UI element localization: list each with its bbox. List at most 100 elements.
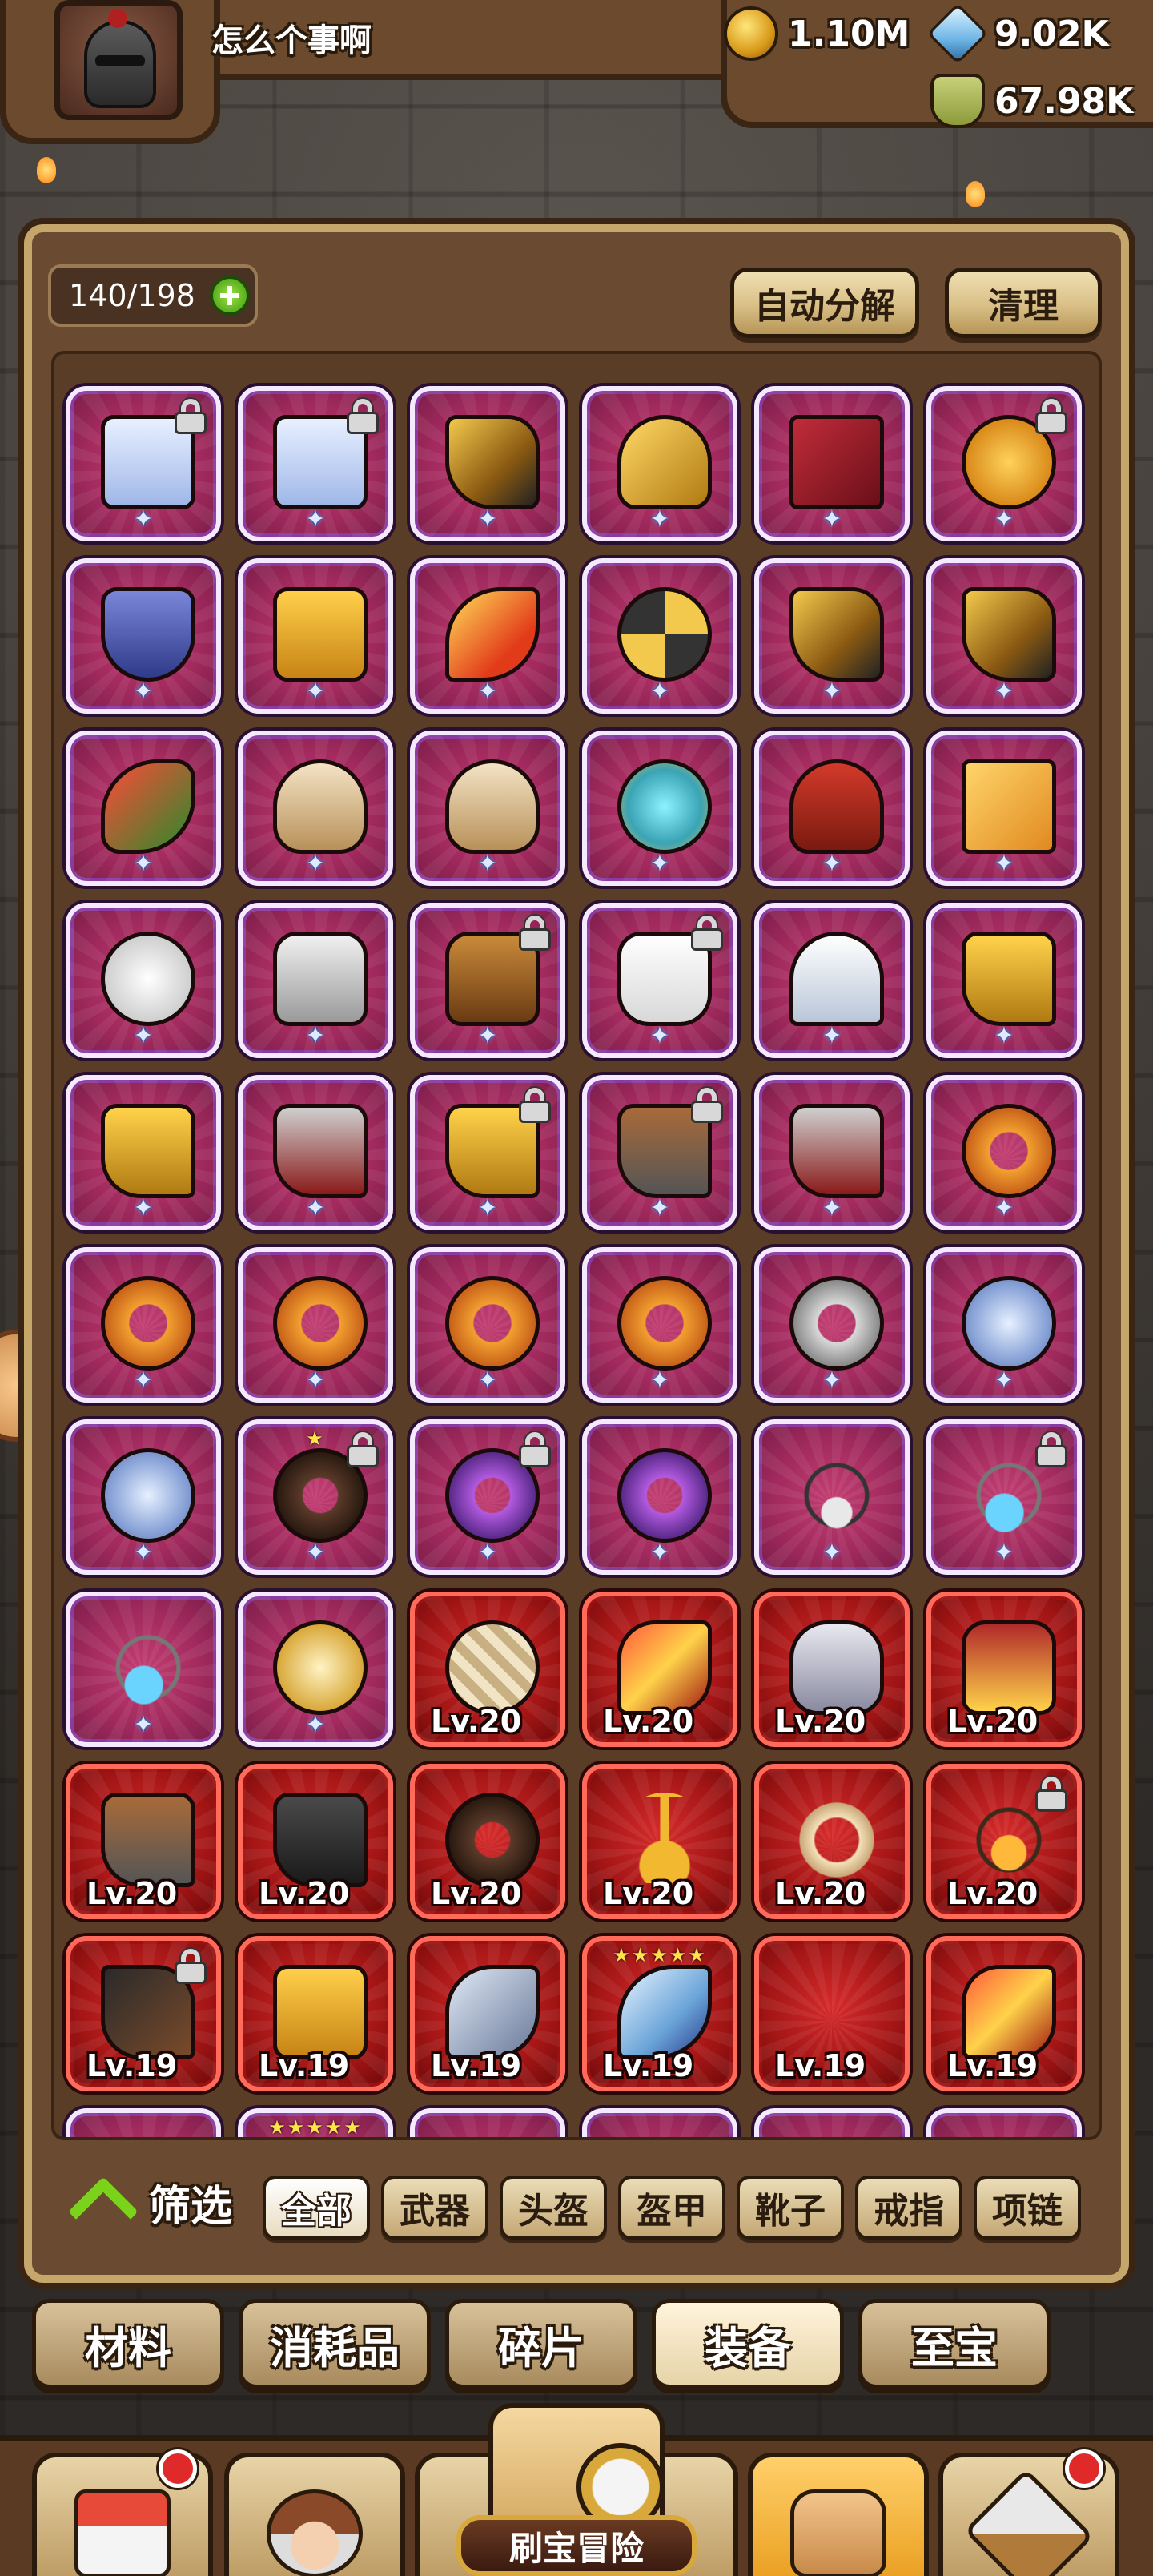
tab-fragments[interactable]: 碎片 — [445, 2299, 637, 2389]
inventory-slot[interactable]: ✦ — [754, 2108, 910, 2137]
inventory-slot[interactable]: ★★★★★✦ — [238, 2108, 393, 2137]
inventory-slot[interactable]: Lv.20 — [926, 1764, 1082, 1919]
inventory-slot[interactable]: ✦ — [66, 1075, 221, 1230]
inventory-slot[interactable]: ✦ — [238, 1075, 393, 1230]
inventory-slot[interactable]: ✦ — [66, 558, 221, 714]
inventory-slot[interactable]: Lv.19 — [410, 1936, 565, 2091]
sparkle-icon: ✦ — [994, 1022, 1014, 1050]
inventory-slot[interactable]: Lv.19 — [66, 1936, 221, 2091]
inventory-slot[interactable]: ✦ — [66, 1419, 221, 1575]
inventory-slot[interactable]: ✦ — [238, 731, 393, 886]
inventory-slot[interactable]: ✦ — [926, 1247, 1082, 1403]
inventory-slot[interactable]: ✦ — [238, 386, 393, 541]
inventory-slot[interactable]: ✦ — [582, 1075, 737, 1230]
inventory-slot[interactable]: Lv.19 — [754, 1936, 910, 2091]
inventory-slot[interactable]: ★★★★★ Lv.19 — [582, 1936, 737, 2091]
inventory-slot[interactable]: ✦ — [66, 1247, 221, 1403]
inventory-slot[interactable]: ✦ — [410, 1247, 565, 1403]
inventory-slot[interactable]: Lv.20 — [582, 1764, 737, 1919]
inventory-slot[interactable]: Lv.20 — [410, 1592, 565, 1747]
inventory-slot[interactable]: ✦ — [410, 386, 565, 541]
inventory-slot[interactable]: ✦ — [582, 1419, 737, 1575]
adventure-label: 刷宝冒险 — [456, 2515, 697, 2576]
inventory-slot[interactable]: Lv.20 — [926, 1592, 1082, 1747]
inventory-slot[interactable]: ✦ — [238, 558, 393, 714]
inventory-slot[interactable]: Lv.19 — [238, 1936, 393, 2091]
inventory-slot[interactable]: ✦ — [926, 558, 1082, 714]
item-grid-area[interactable]: ✦ ✦ ✦ ✦ ✦ ✦ ✦ ✦ ✦ ✦ ✦ ✦ ✦ ✦ ✦ ✦ ✦ ✦ ✦ ✦ ✦ ✦ ✦ ✦ ✦ ✦ ✦ ✦ ✦ ✦ ✦ ✦ ✦ ✦ ✦ ✦ ✦ ★ ✦ ✦… — [51, 351, 1102, 2140]
inventory-slot[interactable]: ✦ — [926, 2108, 1082, 2137]
inventory-slot[interactable]: Lv.20 — [238, 1764, 393, 1919]
inventory-slot[interactable]: ✦ — [582, 386, 737, 541]
expand-capacity-plus-icon[interactable] — [209, 276, 250, 316]
inventory-slot[interactable]: ✦ — [410, 903, 565, 1058]
tab-equipment[interactable]: 装备 — [652, 2299, 844, 2389]
tab-consumables[interactable]: 消耗品 — [239, 2299, 431, 2389]
inventory-slot[interactable]: ✦ — [410, 1075, 565, 1230]
inventory-slot[interactable]: ✦ — [238, 1592, 393, 1747]
inventory-slot[interactable]: ✦ — [238, 1247, 393, 1403]
sparkle-icon: ✦ — [133, 678, 154, 706]
inventory-slot[interactable]: ✦ — [238, 903, 393, 1058]
inventory-slot[interactable]: ✦ — [66, 903, 221, 1058]
filter-chip-armor[interactable]: 盔甲 — [618, 2176, 725, 2240]
filter-chip-ring[interactable]: 戒指 — [855, 2176, 962, 2240]
nav-adventure[interactable]: 刷宝冒险 — [456, 2403, 697, 2576]
inventory-slot[interactable]: Lv.20 — [754, 1592, 910, 1747]
filter-chip-weapon[interactable]: 武器 — [381, 2176, 488, 2240]
potion-counter[interactable]: 67.98K — [930, 74, 1133, 128]
inventory-slot[interactable]: ✦ — [754, 1419, 910, 1575]
diamond-counter[interactable]: 9.02K — [926, 2, 1109, 65]
sparkle-icon: ✦ — [649, 1366, 670, 1395]
filter-collapse-icon[interactable] — [70, 2180, 133, 2216]
inventory-slot[interactable]: ✦ — [410, 558, 565, 714]
inventory-slot[interactable]: ✦ — [66, 386, 221, 541]
item-level: Lv.20 — [603, 1704, 694, 1739]
inventory-slot[interactable]: ✦ — [582, 731, 737, 886]
inventory-slot[interactable]: ★ ✦ — [238, 1419, 393, 1575]
auto-decompose-button[interactable]: 自动分解 — [730, 268, 919, 338]
filter-chip-all[interactable]: 全部 — [263, 2176, 370, 2240]
inventory-slot[interactable]: ✦ — [582, 1247, 737, 1403]
inventory-slot[interactable]: ✦ — [410, 2108, 565, 2137]
inventory-slot[interactable]: ✦ — [582, 903, 737, 1058]
item-level: Lv.19 — [259, 2048, 350, 2083]
nav-hero[interactable] — [224, 2453, 405, 2576]
nav-backpack[interactable] — [748, 2453, 929, 2576]
filter-chip-necklace[interactable]: 项链 — [974, 2176, 1081, 2240]
inventory-slot[interactable]: Lv.20 — [754, 1764, 910, 1919]
inventory-slot[interactable]: ✦ — [754, 386, 910, 541]
inventory-slot[interactable]: ✦ — [754, 558, 910, 714]
clean-button[interactable]: 清理 — [945, 268, 1102, 338]
avatar[interactable] — [54, 0, 183, 120]
inventory-slot[interactable]: Lv.20 — [582, 1592, 737, 1747]
inventory-slot[interactable]: Lv.19 — [926, 1936, 1082, 2091]
inventory-slot[interactable]: ✦ — [926, 903, 1082, 1058]
inventory-slot[interactable]: ✦ — [754, 1247, 910, 1403]
inventory-slot[interactable]: ✦ — [926, 731, 1082, 886]
inventory-slot[interactable]: ✦ — [66, 1592, 221, 1747]
filter-chip-helmet[interactable]: 头盔 — [500, 2176, 607, 2240]
inventory-slot[interactable]: ✦ — [66, 2108, 221, 2137]
inventory-slot[interactable]: ✦ — [754, 1075, 910, 1230]
inventory-slot[interactable]: ✦ — [754, 903, 910, 1058]
inventory-slot[interactable]: ✦ — [410, 731, 565, 886]
item-level: Lv.20 — [775, 1876, 866, 1911]
nav-forge[interactable] — [938, 2449, 1119, 2576]
tab-materials[interactable]: 材料 — [32, 2299, 224, 2389]
inventory-slot[interactable]: ✦ — [582, 558, 737, 714]
nav-shop[interactable] — [32, 2449, 213, 2576]
gold-counter[interactable]: 1.10M — [724, 6, 910, 61]
filter-chip-boots[interactable]: 靴子 — [737, 2176, 844, 2240]
tab-treasures[interactable]: 至宝 — [858, 2299, 1051, 2389]
inventory-slot[interactable]: ✦ — [926, 386, 1082, 541]
sparkle-icon: ✦ — [305, 850, 326, 878]
inventory-slot[interactable]: ✦ — [926, 1419, 1082, 1575]
inventory-slot[interactable]: ✦ — [410, 1419, 565, 1575]
inventory-slot[interactable]: Lv.20 — [410, 1764, 565, 1919]
inventory-slot[interactable]: ✦ — [66, 731, 221, 886]
inventory-slot[interactable]: ✦ — [754, 731, 910, 886]
inventory-slot[interactable]: ✦ — [582, 2108, 737, 2137]
inventory-slot[interactable]: ✦ — [926, 1075, 1082, 1230]
inventory-slot[interactable]: Lv.20 — [66, 1764, 221, 1919]
